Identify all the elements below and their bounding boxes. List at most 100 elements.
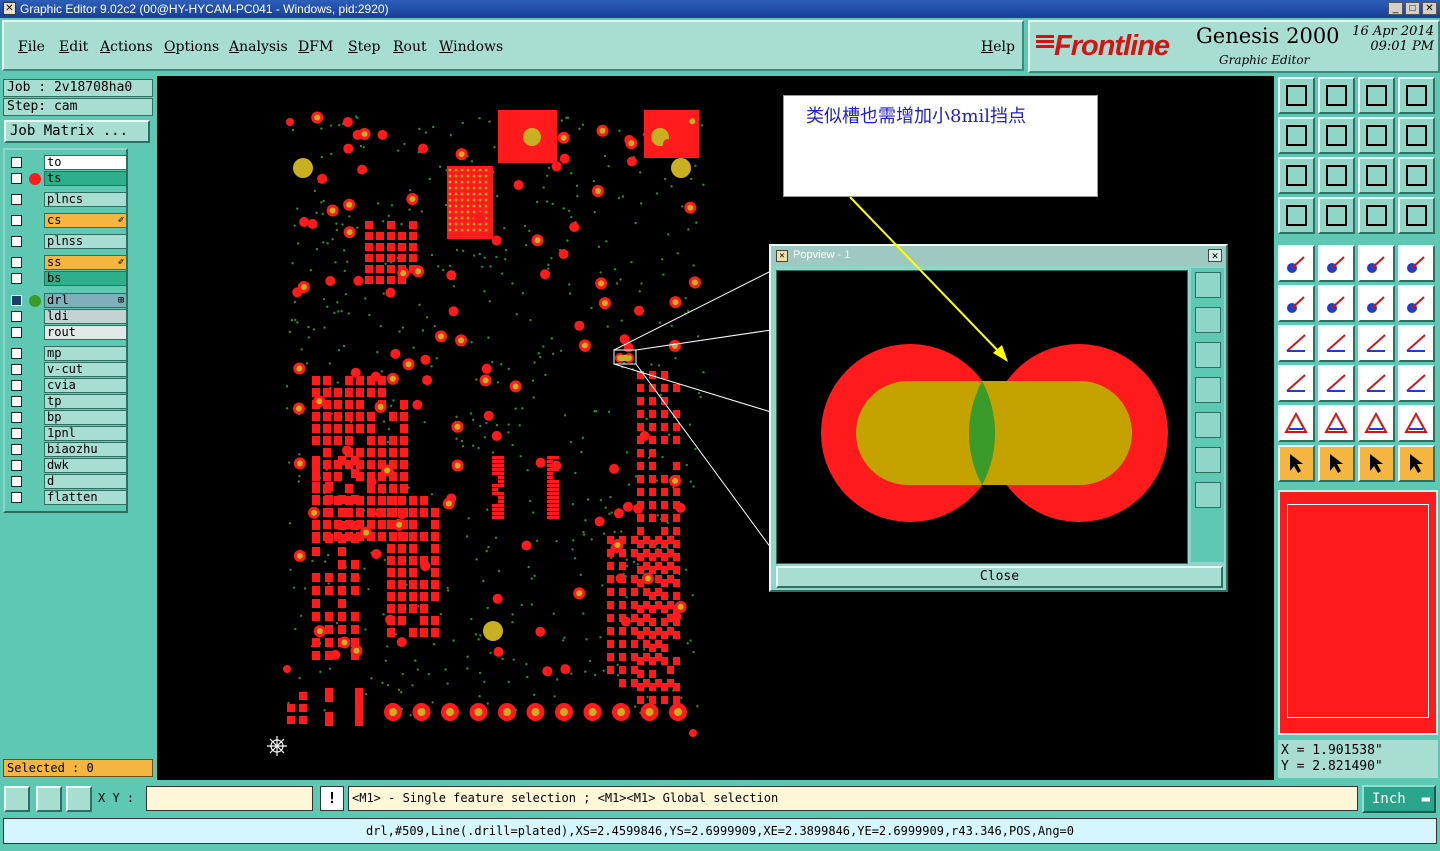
scale-1to2-icon[interactable] — [1358, 157, 1395, 194]
close-window-button[interactable]: ✕ — [1422, 2, 1437, 15]
grid-icon[interactable] — [66, 786, 92, 812]
layer-row-plnss[interactable]: plnss — [9, 234, 127, 249]
layer-row-rout[interactable]: rout — [9, 325, 127, 340]
layer-checkbox[interactable] — [11, 396, 22, 407]
layer-row-1pnl[interactable]: 1pnl — [9, 426, 127, 441]
pointer-d-icon[interactable] — [1398, 445, 1435, 482]
layer-checkbox[interactable] — [11, 428, 22, 439]
layer-checkbox[interactable] — [11, 412, 22, 423]
pan-right-icon[interactable] — [1318, 117, 1355, 154]
mini-view[interactable] — [1278, 490, 1438, 735]
layer-name[interactable]: 1pnl — [44, 426, 127, 441]
layer-checkbox[interactable] — [11, 460, 22, 471]
zoom-window-icon[interactable] — [1398, 77, 1435, 114]
pointer-a-icon[interactable] — [1278, 445, 1315, 482]
layer-row-cvia[interactable]: cvia — [9, 378, 127, 393]
zoom-fit-icon[interactable] — [4, 786, 30, 812]
menu-help[interactable]: Help — [981, 39, 1015, 55]
swap-icon[interactable] — [1358, 117, 1395, 154]
layer-name[interactable]: biaozhu — [44, 442, 127, 457]
layer-row-mp[interactable]: mp — [9, 346, 127, 361]
layer-name[interactable]: flatten — [44, 490, 127, 505]
layer-checkbox[interactable] — [11, 476, 22, 487]
job-matrix-button[interactable]: Job Matrix ... — [4, 120, 150, 143]
popview-close-icon[interactable]: ✕ — [1208, 249, 1222, 262]
layer-active-icon[interactable] — [1398, 197, 1435, 234]
pop-pan-down-icon[interactable] — [1195, 342, 1221, 368]
layer-row-bs[interactable]: bs — [9, 271, 127, 286]
pop-pan-up-icon[interactable] — [1195, 307, 1221, 333]
zoom-home-icon[interactable] — [1278, 77, 1315, 114]
layer-name[interactable]: drl ⊞ — [44, 293, 127, 308]
layer-row-flatten[interactable]: flatten — [9, 490, 127, 505]
layer-checkbox[interactable] — [11, 327, 22, 338]
bridge-icon[interactable] — [1358, 365, 1395, 402]
layer-row-v-cut[interactable]: v-cut — [9, 362, 127, 377]
layer-name[interactable]: plncs — [44, 192, 127, 207]
layer-toggle-icon[interactable] — [1358, 197, 1395, 234]
xy-input[interactable] — [146, 786, 313, 811]
menu-file[interactable]: File — [18, 39, 45, 55]
cut-icon[interactable] — [1278, 197, 1315, 234]
rotate-icon[interactable] — [1358, 325, 1395, 362]
layer-checkbox[interactable] — [11, 157, 22, 168]
triangle-b-icon[interactable] — [1318, 405, 1355, 442]
layer-row-ts[interactable]: ts — [9, 171, 127, 186]
popview-close-button[interactable]: Close — [776, 566, 1223, 588]
zoom-up-icon[interactable] — [1318, 77, 1355, 114]
measure-icon[interactable] — [36, 786, 62, 812]
layer-row-to[interactable]: to — [9, 155, 127, 170]
layer-row-tp[interactable]: tp — [9, 394, 127, 409]
menu-actions[interactable]: Actions — [100, 39, 153, 55]
pointer-b-icon[interactable] — [1318, 445, 1355, 482]
layer-checkbox[interactable] — [11, 444, 22, 455]
layer-checkbox[interactable] — [11, 295, 22, 306]
layer-row-plncs[interactable]: plncs — [9, 192, 127, 207]
menu-analysis[interactable]: Analysis — [229, 39, 288, 55]
layer-name[interactable]: cs ✐ — [44, 213, 127, 228]
zoom-center-icon[interactable] — [1318, 157, 1355, 194]
layer-name[interactable]: bs — [44, 271, 127, 286]
pad-icon[interactable] — [1278, 365, 1315, 402]
layer-row-dwk[interactable]: dwk — [9, 458, 127, 473]
layer-checkbox[interactable] — [11, 364, 22, 375]
route-icon[interactable] — [1398, 365, 1435, 402]
layer-row-ldi[interactable]: ldi — [9, 309, 127, 324]
slice-icon[interactable] — [1318, 365, 1355, 402]
maximize-button[interactable]: □ — [1405, 2, 1420, 15]
layer-checkbox[interactable] — [11, 194, 22, 205]
layer-checkbox[interactable] — [11, 311, 22, 322]
layer-checkbox[interactable] — [11, 492, 22, 503]
grid-icon[interactable] — [1318, 197, 1355, 234]
layer-checkbox[interactable] — [11, 257, 22, 268]
popview-titlebar[interactable]: ✕ Popview - 1 ✕ — [771, 246, 1226, 266]
layer-row-biaozhu[interactable]: biaozhu — [9, 442, 127, 457]
layer-name[interactable]: ldi — [44, 309, 127, 324]
pop-pan-left-icon[interactable] — [1195, 377, 1221, 403]
triangle-a-icon[interactable] — [1278, 405, 1315, 442]
unit-selector[interactable]: Inch ▬ — [1362, 785, 1436, 813]
layer-name[interactable]: to — [44, 155, 127, 170]
layer-row-bp[interactable]: bp — [9, 410, 127, 425]
layer-name[interactable]: ss ✐ — [44, 255, 127, 270]
layer-name[interactable]: tp — [44, 394, 127, 409]
layer-checkbox[interactable] — [11, 215, 22, 226]
layer-checkbox[interactable] — [11, 348, 22, 359]
triangle-d-icon[interactable] — [1398, 405, 1435, 442]
menu-options[interactable]: Options — [164, 39, 219, 55]
menu-windows[interactable]: Windows — [439, 39, 503, 55]
ruler-icon[interactable] — [1358, 245, 1395, 282]
pointer-c-icon[interactable] — [1358, 445, 1395, 482]
alert-button[interactable]: ! — [320, 786, 344, 811]
menu-step[interactable]: Step — [348, 39, 380, 55]
layer-row-cs[interactable]: cs ✐ — [9, 213, 127, 228]
layer-row-d[interactable]: d — [9, 474, 127, 489]
pop-pan-right-icon[interactable] — [1195, 412, 1221, 438]
pop-zoom-home-icon[interactable] — [1195, 272, 1221, 298]
popview-canvas[interactable] — [776, 270, 1188, 564]
layer-checkbox[interactable] — [11, 273, 22, 284]
menu-rout[interactable]: Rout — [393, 39, 427, 55]
merge-icon[interactable] — [1398, 325, 1435, 362]
layer-name[interactable]: cvia — [44, 378, 127, 393]
select-feature-icon[interactable] — [1278, 245, 1315, 282]
